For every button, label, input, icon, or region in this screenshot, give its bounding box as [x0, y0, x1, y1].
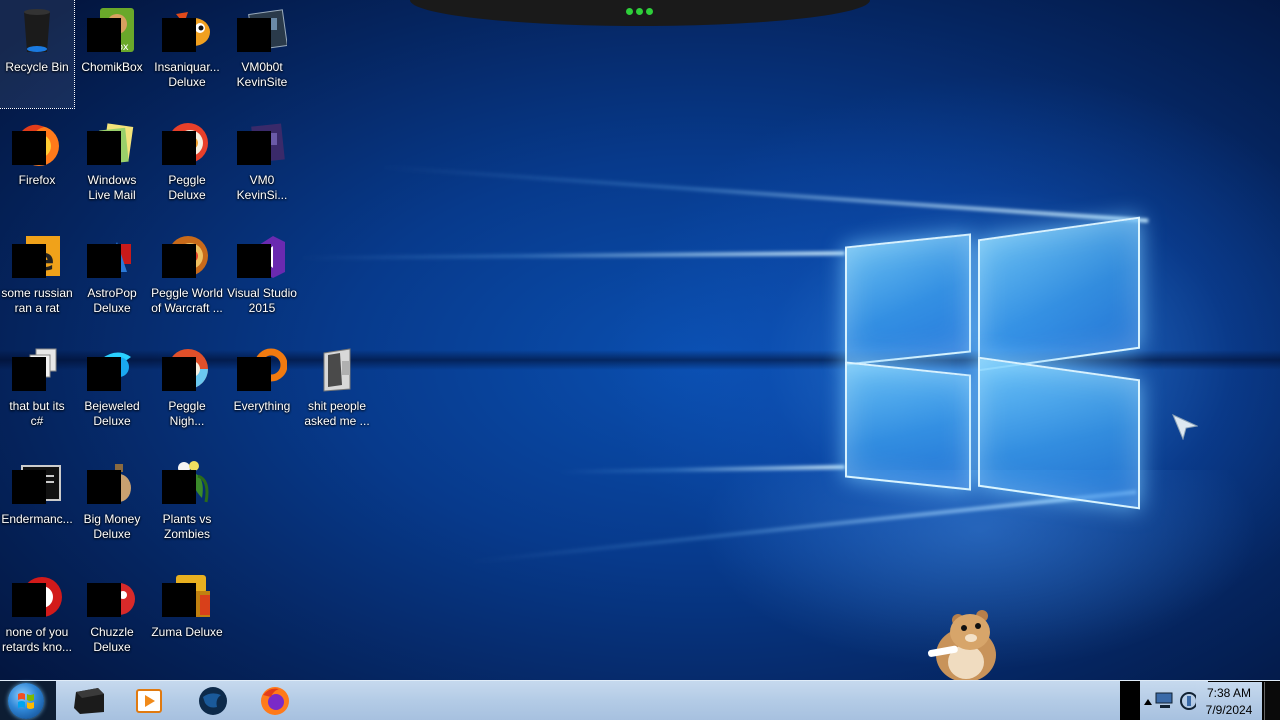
- desktop-icon-label: shit people asked me ...: [304, 399, 370, 428]
- status-dot: [626, 8, 633, 15]
- windows-logo-pane: [978, 216, 1140, 372]
- desktop-icon-chuzzle[interactable]: Chuzzle Deluxe: [75, 565, 149, 673]
- desktop-icon-label: VM0 KevinSi...: [236, 173, 288, 202]
- censor-block: [162, 244, 196, 278]
- desktop-icon-label: Plants vs Zombies: [162, 512, 212, 541]
- desktop-icon-insaniquarium[interactable]: Insaniquar... Deluxe: [150, 0, 224, 108]
- desktop-icon-vm0b0t-kevinsite[interactable]: VM0b0t KevinSite: [225, 0, 299, 108]
- censor-block: [87, 244, 121, 278]
- desktop-icon-label: Recycle Bin: [5, 60, 69, 74]
- desktop-icon-everything[interactable]: Everything: [225, 339, 299, 447]
- wallpaper-beam: [299, 251, 845, 260]
- desktop-icon-label: Everything: [233, 399, 291, 413]
- censor-block: [87, 131, 121, 165]
- censor-block: [87, 470, 121, 504]
- censor-block: [162, 470, 196, 504]
- desktop-icon-label: Big Money Deluxe: [83, 512, 141, 541]
- wallpaper-beam: [379, 165, 1149, 223]
- desktop-icon-label: Peggle World of Warcraft ...: [151, 286, 223, 315]
- censor-block: [12, 583, 46, 617]
- desktop-icon-label: Peggle Deluxe: [168, 173, 206, 202]
- start-button[interactable]: [8, 683, 44, 719]
- desktop-icon-zuma[interactable]: Zuma Deluxe: [150, 565, 224, 673]
- taskbar-terminal[interactable]: [62, 683, 116, 719]
- taskbar-firefox[interactable]: [248, 683, 302, 719]
- censor-block: [237, 244, 271, 278]
- desktop-icon-label: some russian ran a rat: [1, 286, 73, 315]
- firefox-icon: [261, 687, 289, 715]
- censor-block: [237, 357, 271, 391]
- censor-block: [87, 357, 121, 391]
- globe-icon: [199, 687, 227, 715]
- desktop-icon-label: Windows Live Mail: [87, 173, 137, 202]
- status-dot: [636, 8, 643, 15]
- folder-icon: [323, 348, 351, 392]
- desktop-icon-some-russian-ran-a-rat[interactable]: e some russian ran a rat: [0, 226, 74, 334]
- start-area: [0, 681, 56, 720]
- desktop-icon-recycle-bin[interactable]: Recycle Bin: [0, 0, 75, 109]
- desktop-icon-bejeweled[interactable]: Bejeweled Deluxe: [75, 339, 149, 447]
- media-player-icon: [136, 689, 162, 713]
- censor-block: [87, 583, 121, 617]
- taskbar-browser-globe[interactable]: [186, 683, 240, 719]
- desktop-icon-peggle-deluxe[interactable]: Peggle Deluxe: [150, 113, 224, 221]
- censor-block: [162, 18, 196, 52]
- desktop-icon-label: VM0b0t KevinSite: [236, 60, 288, 89]
- taskbar-clock[interactable]: 7:38 AM 7/9/2024: [1196, 682, 1262, 720]
- hamster-sticker-icon: [927, 610, 996, 680]
- desktop-icon-label: Zuma Deluxe: [151, 625, 223, 639]
- clock-time: 7:38 AM: [1206, 685, 1252, 700]
- desktop-icon-vm0-kevinsite[interactable]: VM0 KevinSi...: [225, 113, 299, 221]
- desktop-icon-windows-live-mail[interactable]: Windows Live Mail: [75, 113, 149, 221]
- censor-block: [12, 244, 46, 278]
- windows-logo-pane: [978, 356, 1140, 510]
- desktop-icon-label: Visual Studio 2015: [227, 286, 297, 315]
- desktop-icon-folder[interactable]: shit people asked me ...: [300, 339, 374, 447]
- censor-block: [162, 357, 196, 391]
- desktop-icon-label: ChomikBox: [81, 60, 143, 74]
- desktop-icon-label: Firefox: [18, 173, 56, 187]
- censor-block: [162, 583, 196, 617]
- network-icon[interactable]: [1154, 691, 1176, 711]
- censor-block: [12, 470, 46, 504]
- desktop-icon-visual-studio-2015[interactable]: Visual Studio 2015: [225, 226, 299, 334]
- desktop-icon-peggle-wow[interactable]: Peggle World of Warcraft ...: [150, 226, 224, 334]
- desktop-icon-label: none of you retards kno...: [1, 625, 73, 654]
- desktop-icon-chomikbox[interactable]: ox ChomikBox: [75, 0, 149, 108]
- censor-block: [237, 131, 271, 165]
- terminal-icon: [74, 688, 104, 714]
- censor-block: [87, 18, 121, 52]
- desktop-icon-plants-vs-zombies[interactable]: Plants vs Zombies: [150, 452, 224, 560]
- taskbar: 7:38 AM 7/9/2024: [0, 680, 1280, 720]
- top-notch: [410, 0, 870, 26]
- desktop-icon-label: Chuzzle Deluxe: [90, 625, 134, 654]
- desktop-icon-label: that but its c#: [9, 399, 65, 428]
- show-desktop-button[interactable]: [1264, 682, 1280, 720]
- desktop-icon-label: Peggle Nigh...: [168, 399, 206, 428]
- desktop-icon-endermanch[interactable]: Endermanc...: [0, 452, 74, 560]
- censor-block: [12, 131, 46, 165]
- windows-logo-pane: [845, 233, 971, 366]
- taskbar-media-player[interactable]: [122, 683, 176, 719]
- windows-flag-icon: [18, 693, 34, 709]
- desktop-icon-label: Insaniquar... Deluxe: [154, 60, 220, 89]
- desktop[interactable]: Recycle Bin Firefox e some russian ran a…: [0, 0, 1280, 680]
- desktop-icon-big-money[interactable]: Big Money Deluxe: [75, 452, 149, 560]
- desktop-icon-none-of-you[interactable]: none of you retards kno...: [0, 565, 74, 673]
- status-dot: [646, 8, 653, 15]
- recycle-bin-icon: [24, 9, 50, 52]
- desktop-icon-label: Bejeweled Deluxe: [84, 399, 140, 428]
- desktop-icon-that-but-its-csharp[interactable]: that but its c#: [0, 339, 74, 447]
- clock-date: 7/9/2024: [1205, 702, 1253, 717]
- desktop-icon-label: AstroPop Deluxe: [87, 286, 137, 315]
- desktop-icon-firefox[interactable]: Firefox: [0, 113, 74, 221]
- mouse-cursor-icon: [1172, 414, 1198, 440]
- desktop-icon-label: Endermanc...: [1, 512, 73, 526]
- censor-block: [12, 357, 46, 391]
- windows-logo-pane: [845, 361, 971, 491]
- desktop-icon-astropop[interactable]: AstroPop Deluxe: [75, 226, 149, 334]
- desktop-icon-peggle-nights[interactable]: Peggle Nigh...: [150, 339, 224, 447]
- censor-block: [162, 131, 196, 165]
- censor-block: [237, 18, 271, 52]
